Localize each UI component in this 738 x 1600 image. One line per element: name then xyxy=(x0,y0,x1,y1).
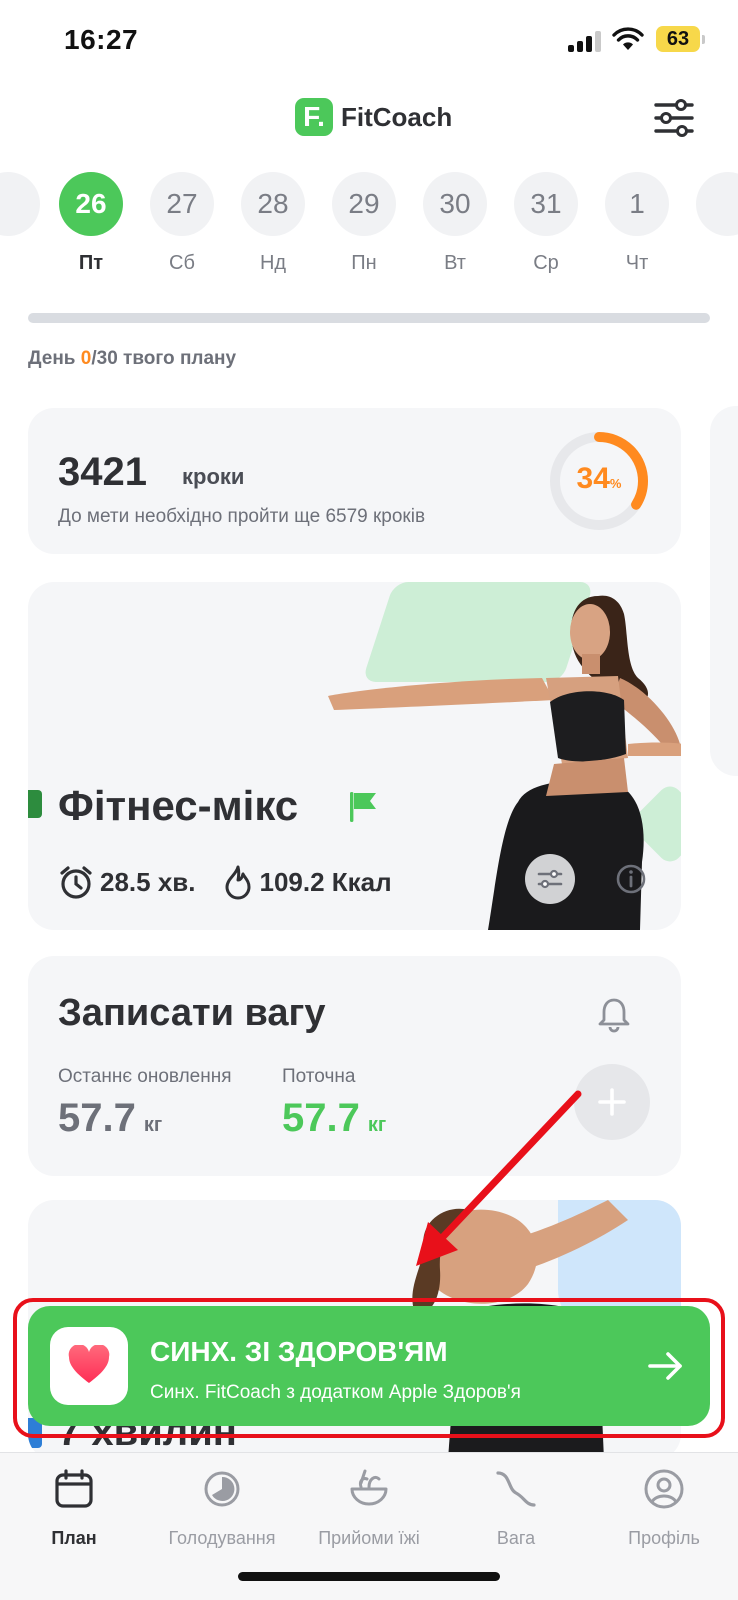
date-weekday: Вт xyxy=(444,252,466,274)
date-item[interactable]: 29 Пн xyxy=(331,172,397,275)
workout-card[interactable]: Фітнес-мікс 28.5 хв. 109.2 Ккал xyxy=(28,582,681,930)
workout-marker xyxy=(28,790,42,818)
workout-meta: 28.5 хв. 109.2 Ккал xyxy=(58,864,392,900)
flag-icon xyxy=(350,792,376,822)
date-weekday: Пн xyxy=(351,252,377,274)
bowl-icon xyxy=(350,1469,388,1506)
weight-current-label: Поточна xyxy=(282,1066,356,1087)
steps-percent: 34% xyxy=(576,462,622,495)
tab-weight[interactable]: Вага xyxy=(446,1467,586,1549)
steps-goal: До мети необхідно пройти ще 6579 кроків xyxy=(58,506,426,527)
status-time: 16:27 xyxy=(64,24,139,55)
status-bar: 16:27 63 xyxy=(0,0,738,80)
cellular-signal-icon xyxy=(568,30,604,52)
date-item-active[interactable]: 26 Пт xyxy=(58,172,124,275)
tab-meals[interactable]: Прийоми їжі xyxy=(299,1467,439,1549)
health-sync-banner[interactable]: СИНХ. ЗІ ЗДОРОВ'ЯМ Синх. FitCoach з дода… xyxy=(28,1306,710,1426)
steps-unit: кроки xyxy=(182,464,245,489)
heart-icon xyxy=(68,1345,110,1383)
arrow-right-icon xyxy=(648,1352,682,1380)
plan-day-current: 0 xyxy=(80,348,92,369)
clock-icon xyxy=(60,866,92,899)
date-number: 30 xyxy=(423,172,487,236)
weight-last-label: Останнє оновлення xyxy=(58,1066,232,1087)
sliders-icon[interactable] xyxy=(652,96,696,140)
date-weekday: Пт xyxy=(78,252,104,274)
date-item[interactable]: 27 Сб xyxy=(149,172,215,275)
date-number: 1 xyxy=(605,172,669,236)
tab-fasting[interactable]: Голодування xyxy=(152,1467,292,1549)
tab-label: Вага xyxy=(496,1528,536,1548)
steps-card[interactable]: 3421 кроки До мети необхідно пройти ще 6… xyxy=(28,408,681,554)
plan-day-text: День 0/30 твого плану xyxy=(28,348,236,370)
weight-last-value: 57.7 кг xyxy=(58,1096,163,1140)
date-item[interactable]: 31 Ср xyxy=(513,172,579,275)
tab-plan[interactable]: План xyxy=(4,1467,144,1549)
date-number: 28 xyxy=(241,172,305,236)
profile-icon xyxy=(644,1469,684,1509)
date-number xyxy=(0,172,40,236)
date-number: 26 xyxy=(59,172,123,236)
date-weekday: Нд xyxy=(259,252,287,274)
sync-title: СИНХ. ЗІ ЗДОРОВ'ЯМ xyxy=(150,1336,448,1367)
date-weekday: Чт xyxy=(625,252,649,274)
workout-calories: 109.2 Ккал xyxy=(259,866,392,897)
plus-icon xyxy=(598,1088,626,1116)
timer-icon xyxy=(204,1471,240,1507)
date-item[interactable]: 30 Вт xyxy=(422,172,488,275)
tab-label: Прийоми їжі xyxy=(318,1528,420,1548)
date-number: 27 xyxy=(150,172,214,236)
workout-title: Фітнес-мікс xyxy=(58,782,299,829)
weight-current-value: 57.7 кг xyxy=(282,1096,387,1140)
weight-curve-icon xyxy=(496,1471,536,1507)
date-item[interactable]: 28 Нд xyxy=(240,172,306,275)
workout-adjust-button[interactable] xyxy=(525,854,575,904)
steps-progress-ring: 34% xyxy=(548,430,650,532)
date-number: 31 xyxy=(514,172,578,236)
app-logo: F. FitCoach xyxy=(295,97,452,137)
date-weekday: Сб xyxy=(169,252,195,274)
apple-health-app-icon xyxy=(50,1327,128,1405)
info-icon xyxy=(616,864,646,894)
battery-indicator: 63 xyxy=(656,26,705,52)
date-item[interactable] xyxy=(0,172,41,252)
plan-day-prefix: День xyxy=(28,348,81,369)
wifi-icon xyxy=(612,27,644,50)
flame-icon xyxy=(225,865,250,900)
tab-label: План xyxy=(51,1528,97,1548)
steps-count: 3421 xyxy=(58,450,147,494)
weight-card[interactable]: Записати вагу Останнє оновлення 57.7 кг П… xyxy=(28,956,681,1176)
sync-subtitle: Синх. FitCoach з додатком Apple Здоров'я xyxy=(150,1382,521,1403)
date-item[interactable]: 1 Чт xyxy=(604,172,670,275)
plan-day-suffix: /30 твого плану xyxy=(91,348,237,369)
date-item[interactable] xyxy=(695,172,738,252)
home-indicator xyxy=(238,1572,500,1581)
add-weight-button[interactable] xyxy=(574,1064,650,1140)
side-card-peek[interactable] xyxy=(710,406,738,776)
workout-duration: 28.5 хв. xyxy=(100,866,196,897)
tab-label: Профіль xyxy=(628,1528,700,1548)
workout-info-button[interactable] xyxy=(606,854,656,904)
date-number xyxy=(696,172,738,236)
weight-title: Записати вагу xyxy=(58,992,326,1034)
plan-progress-bar xyxy=(28,313,710,323)
tab-label: Голодування xyxy=(168,1528,276,1548)
date-weekday: Ср xyxy=(533,252,559,274)
tab-profile[interactable]: Профіль xyxy=(594,1467,734,1549)
logo-mark: F. xyxy=(295,98,333,136)
calendar-icon xyxy=(55,1469,93,1508)
app-name: FitCoach xyxy=(341,101,453,132)
bell-icon[interactable] xyxy=(594,994,634,1034)
date-number: 29 xyxy=(332,172,396,236)
date-strip[interactable]: 26 Пт 27 Сб 28 Нд 29 Пн 30 Вт 31 Ср 1 Чт xyxy=(0,172,738,282)
sliders-icon xyxy=(537,869,563,889)
